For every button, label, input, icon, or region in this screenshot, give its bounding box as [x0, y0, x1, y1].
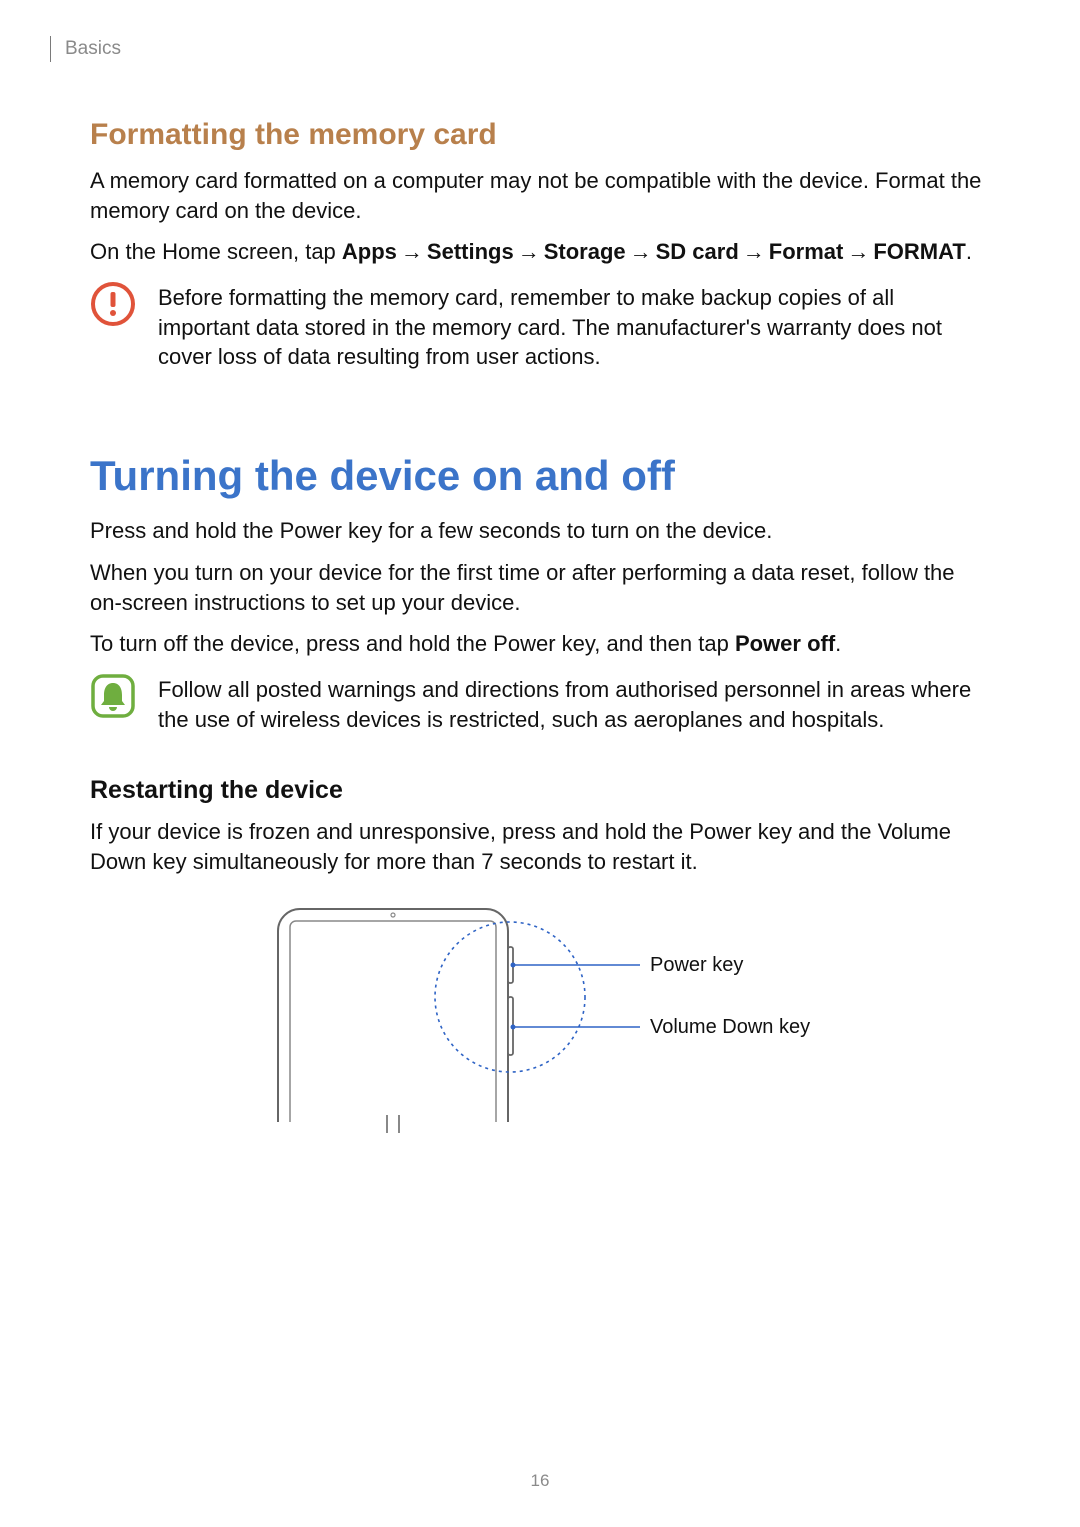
nav-step: FORMAT: [873, 239, 965, 264]
arrow-icon: →: [743, 237, 765, 267]
arrow-icon: →: [518, 237, 540, 267]
power-para3-suffix: .: [835, 631, 841, 656]
power-para1: Press and hold the Power key for a few s…: [90, 516, 990, 546]
restart-paragraph: If your device is frozen and unresponsiv…: [90, 817, 990, 876]
warning-note: Before formatting the memory card, remem…: [90, 281, 990, 372]
figure-label-volume: Volume Down key: [650, 1016, 810, 1038]
format-card-nav-path: On the Home screen, tap Apps→Settings→St…: [90, 237, 990, 267]
section-title-format-card: Formatting the memory card: [90, 118, 990, 152]
nav-step: Storage: [544, 239, 626, 264]
sub-title-restart: Restarting the device: [90, 776, 990, 805]
arrow-icon: →: [630, 237, 652, 267]
manual-page: Basics Formatting the memory card A memo…: [0, 0, 1080, 1527]
page-number: 16: [0, 1471, 1080, 1491]
info-text: Follow all posted warnings and direction…: [158, 673, 990, 734]
caution-icon: [90, 281, 136, 327]
nav-step: Format: [769, 239, 844, 264]
power-para2: When you turn on your device for the fir…: [90, 558, 990, 617]
power-off-label: Power off: [735, 631, 835, 656]
nav-step: Apps: [342, 239, 397, 264]
bell-notice-icon: [90, 673, 136, 719]
info-note: Follow all posted warnings and direction…: [90, 673, 990, 734]
device-keys-figure: Power key Volume Down key: [90, 897, 990, 1137]
warning-text: Before formatting the memory card, remem…: [158, 281, 990, 372]
nav-step: SD card: [656, 239, 739, 264]
header-divider: [50, 36, 51, 62]
nav-step: Settings: [427, 239, 514, 264]
arrow-icon: →: [401, 237, 423, 267]
power-para3-prefix: To turn off the device, press and hold t…: [90, 631, 735, 656]
power-para3: To turn off the device, press and hold t…: [90, 629, 990, 659]
header-section-label: Basics: [65, 38, 121, 60]
format-card-paragraph: A memory card formatted on a computer ma…: [90, 166, 990, 225]
page-header: Basics: [50, 36, 990, 62]
figure-label-power: Power key: [650, 954, 743, 976]
arrow-icon: →: [847, 237, 869, 267]
nav-prefix: On the Home screen, tap: [90, 239, 342, 264]
main-title-power: Turning the device on and off: [90, 452, 990, 500]
nav-suffix: .: [966, 239, 972, 264]
